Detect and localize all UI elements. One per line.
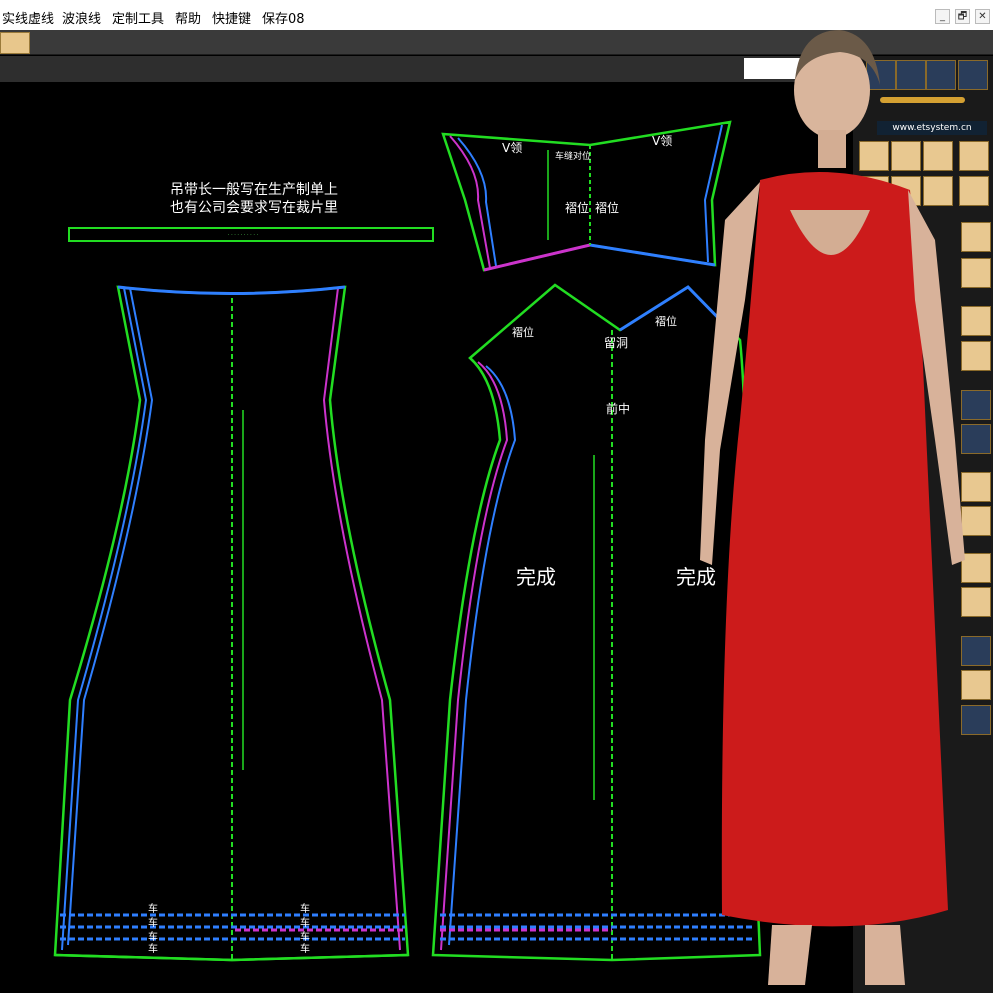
leave-hole-label: 留洞 (604, 336, 628, 350)
back-skirt-piece: 车 车 车 车 车 车 车 车 (53, 285, 410, 962)
pleat-pos-a: 褶位 (565, 200, 589, 215)
pleat-pos-b: 褶位 (595, 200, 619, 215)
pattern-canvas[interactable]: · · · · · · · · · · 吊带长一般写在生产制单上 也有公司会要求… (0, 0, 993, 993)
pleat-pos-d: 褶位 (655, 314, 677, 328)
sew-label-7: 车 (300, 930, 310, 943)
v-neck-right: V领 (652, 134, 672, 148)
sew-label-4: 车 (148, 942, 158, 955)
bodice-top-piece: V领 V领 车缝对位 褶位 褶位 (441, 120, 732, 272)
sew-label-2: 车 (148, 916, 158, 929)
done-label-right: 完成 (676, 565, 716, 589)
done-label-left: 完成 (516, 565, 556, 589)
front-center-label: 前中 (606, 401, 630, 416)
sew-label-5: 车 (300, 902, 310, 915)
top-center-label: 车缝对位 (555, 150, 591, 162)
pleat-pos-c: 褶位 (512, 325, 534, 339)
sew-label-1: 车 (148, 902, 158, 915)
note-line2: 也有公司会要求写在裁片里 (170, 200, 338, 216)
v-neck-left: V领 (502, 141, 522, 155)
model-3d-render (700, 30, 965, 985)
sew-label-3: 车 (148, 930, 158, 943)
note-line1: 吊带长一般写在生产制单上 (170, 182, 338, 198)
strap-label: · · · · · · · · · · (228, 232, 259, 238)
sew-label-8: 车 (300, 942, 310, 955)
sew-label-6: 车 (300, 916, 310, 929)
